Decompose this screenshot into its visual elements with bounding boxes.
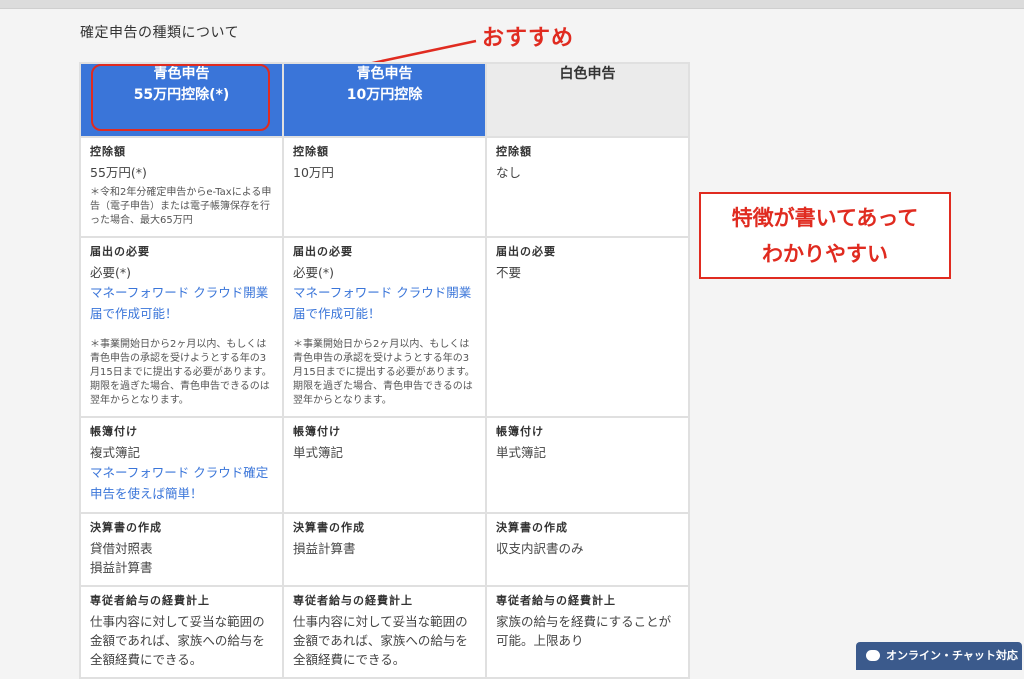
chat-bubble-icon — [866, 649, 880, 661]
table-cell: 控除額 55万円(*) ＊令和2年分確定申告からe-Taxによる申告（電子申告）… — [79, 136, 284, 238]
cell-note: ＊事業開始日から2ヶ月以内、もしくは青色申告の承認を受けようとする年の3月15日… — [293, 339, 475, 406]
kakutei-link[interactable]: マネーフォワード クラウド確定申告を使えば簡単！ — [90, 462, 273, 504]
table-row-filing: 届出の必要 必要(*) マネーフォワード クラウド開業届で作成可能！ ＊事業開始… — [79, 236, 690, 418]
table-cell: 届出の必要 必要(*) マネーフォワード クラウド開業届で作成可能！ ＊事業開始… — [79, 236, 284, 418]
column-title: 青色申告 — [356, 66, 413, 82]
table-cell: 届出の必要 必要(*) マネーフォワード クラウド開業届で作成可能！ ＊事業開始… — [282, 236, 487, 418]
cell-value: 損益計算書 — [90, 560, 153, 575]
table-row-bookkeeping: 帳簿付け 複式簿記 マネーフォワード クラウド確定申告を使えば簡単！ 帳簿付け … — [79, 416, 690, 514]
cell-note: ＊令和2年分確定申告からe-Taxによる申告（電子申告）または電子帳簿保存を行っ… — [90, 187, 272, 226]
column-title: 白色申告 — [559, 66, 616, 82]
table-cell: 専従者給与の経費計上 家族の給与を経費にすることが可能。上限あり — [485, 585, 690, 679]
cell-value: 不要 — [496, 265, 522, 280]
cell-value: 仕事内容に対して妥当な範囲の金額であれば、家族への給与を全額経費にできる。 — [90, 614, 265, 667]
table-cell: 控除額 なし — [485, 136, 690, 238]
row-label: 帳簿付け — [293, 425, 341, 438]
table-cell: 決算書の作成 収支内訳書のみ — [485, 512, 690, 587]
table-cell: 決算書の作成 損益計算書 — [282, 512, 487, 587]
kaigyo-link[interactable]: マネーフォワード クラウド開業届で作成可能！ — [90, 282, 273, 324]
table-cell: 帳簿付け 単式簿記 — [485, 416, 690, 514]
table-cell: 決算書の作成 貸借対照表 損益計算書 — [79, 512, 284, 587]
table-cell: 専従者給与の経費計上 仕事内容に対して妥当な範囲の金額であれば、家族への給与を全… — [282, 585, 487, 679]
column-header-white: 白色申告 — [485, 62, 690, 138]
cell-value: 55万円(*) — [90, 165, 147, 180]
feature-callout: 特徴が書いてあって わかりやすい — [699, 192, 951, 279]
online-chat-button[interactable]: オンライン・チャット対応 — [856, 642, 1022, 670]
recommend-annotation: おすすめ — [482, 26, 575, 51]
cell-value: 単式簿記 — [293, 445, 344, 460]
comparison-table: 青色申告 55万円控除(*) 青色申告 10万円控除 白色申告 控除額 55万円… — [79, 62, 690, 679]
row-label: 決算書の作成 — [90, 521, 162, 534]
row-label: 専従者給与の経費計上 — [496, 594, 616, 607]
row-label: 帳簿付け — [496, 425, 544, 438]
cell-value: 単式簿記 — [496, 445, 547, 460]
row-label: 控除額 — [496, 145, 532, 158]
cell-note: ＊事業開始日から2ヶ月以内、もしくは青色申告の承認を受けようとする年の3月15日… — [90, 339, 272, 406]
row-label: 専従者給与の経費計上 — [90, 594, 210, 607]
row-label: 控除額 — [90, 145, 126, 158]
column-subtitle: 10万円控除 — [346, 87, 423, 103]
row-label: 決算書の作成 — [496, 521, 568, 534]
cell-value: 損益計算書 — [293, 541, 356, 556]
table-cell: 届出の必要 不要 — [485, 236, 690, 418]
cell-value: 家族の給与を経費にすることが可能。上限あり — [496, 614, 672, 648]
cell-value: 複式簿記 — [90, 445, 141, 460]
table-row-deduction: 控除額 55万円(*) ＊令和2年分確定申告からe-Taxによる申告（電子申告）… — [79, 136, 690, 238]
row-label: 届出の必要 — [90, 245, 150, 258]
row-label: 決算書の作成 — [293, 521, 365, 534]
page-title: 確定申告の種類について — [80, 25, 240, 41]
table-cell: 帳簿付け 複式簿記 マネーフォワード クラウド確定申告を使えば簡単！ — [79, 416, 284, 514]
top-bar — [0, 0, 1024, 9]
cell-value: 貸借対照表 — [90, 541, 153, 556]
table-row-statements: 決算書の作成 貸借対照表 損益計算書 決算書の作成 損益計算書 決算書の作成 収… — [79, 512, 690, 587]
row-label: 届出の必要 — [293, 245, 353, 258]
table-cell: 帳簿付け 単式簿記 — [282, 416, 487, 514]
table-row-family-salary: 専従者給与の経費計上 仕事内容に対して妥当な範囲の金額であれば、家族への給与を全… — [79, 585, 690, 679]
callout-line: 特徴が書いてあって — [731, 206, 919, 230]
row-label: 控除額 — [293, 145, 329, 158]
callout-line: わかりやすい — [762, 242, 888, 266]
kaigyo-link[interactable]: マネーフォワード クラウド開業届で作成可能！ — [293, 282, 476, 324]
cell-value: 必要(*) — [90, 265, 132, 280]
recommend-highlight-box — [91, 64, 270, 131]
table-cell: 控除額 10万円 — [282, 136, 487, 238]
row-label: 帳簿付け — [90, 425, 138, 438]
cell-value: 収支内訳書のみ — [496, 541, 584, 556]
cell-value: なし — [496, 165, 522, 180]
chat-label: オンライン・チャット対応 — [886, 649, 1018, 662]
row-label: 専従者給与の経費計上 — [293, 594, 413, 607]
column-header-blue-10: 青色申告 10万円控除 — [282, 62, 487, 138]
cell-value: 仕事内容に対して妥当な範囲の金額であれば、家族への給与を全額経費にできる。 — [293, 614, 468, 667]
cell-value: 10万円 — [293, 165, 334, 180]
cell-value: 必要(*) — [293, 265, 335, 280]
row-label: 届出の必要 — [496, 245, 556, 258]
table-cell: 専従者給与の経費計上 仕事内容に対して妥当な範囲の金額であれば、家族への給与を全… — [79, 585, 284, 679]
